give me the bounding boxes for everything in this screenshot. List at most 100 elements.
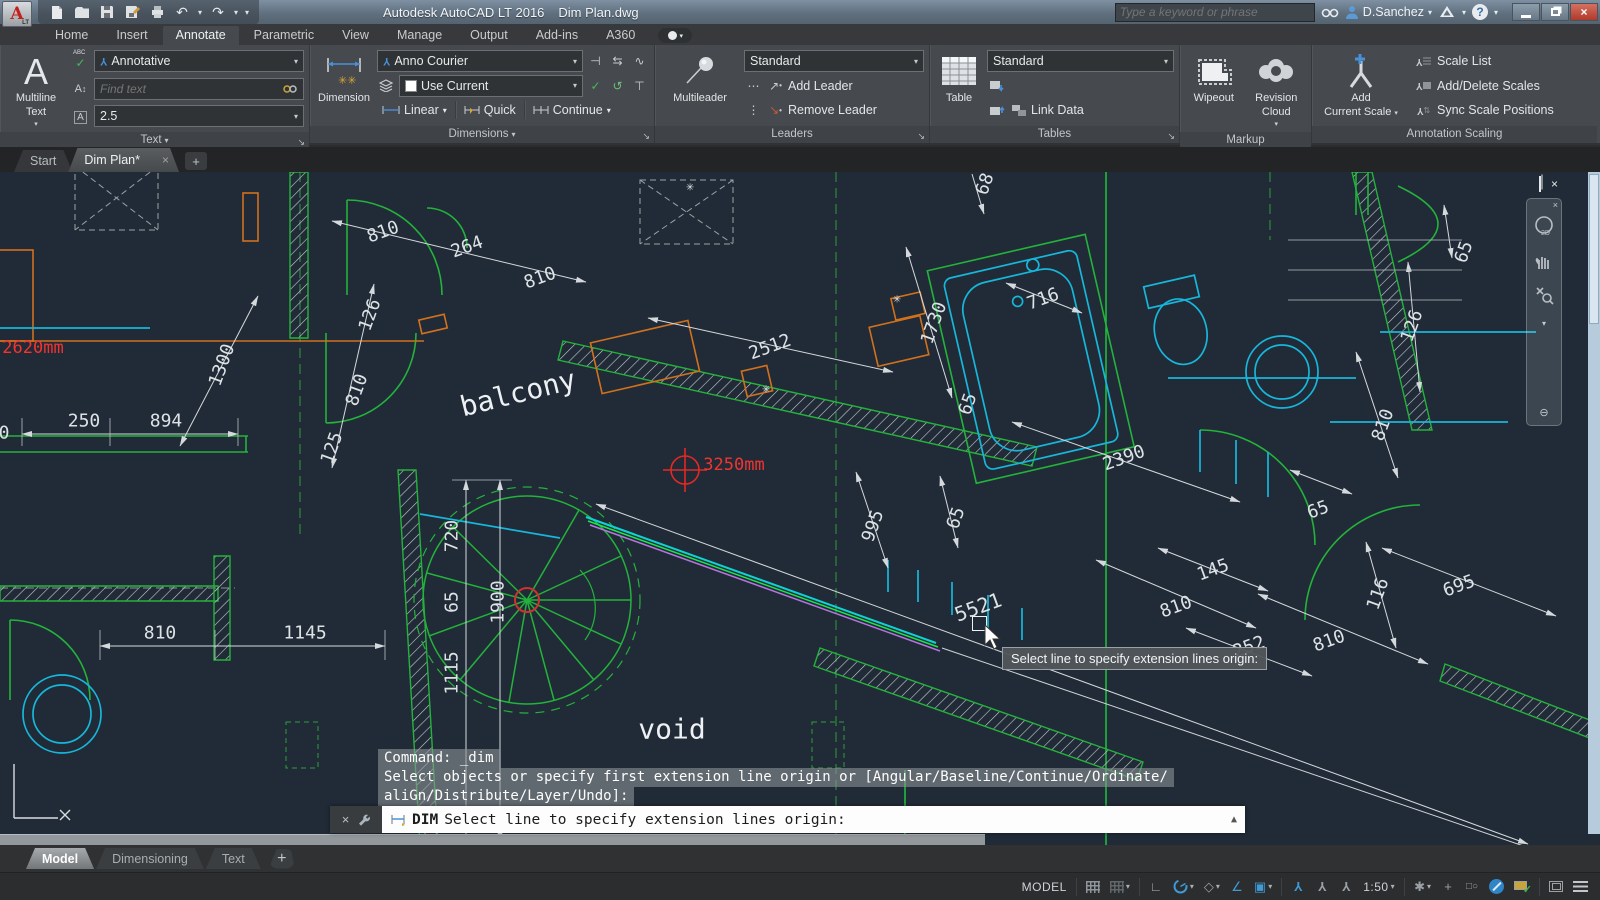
add-leader-button[interactable]: Add Leader bbox=[788, 75, 853, 97]
plot-icon[interactable] bbox=[148, 4, 166, 20]
tab-view[interactable]: View bbox=[329, 26, 382, 45]
find-text-input[interactable] bbox=[100, 82, 278, 96]
dim-update-icon[interactable]: ↺ bbox=[608, 76, 627, 95]
zoom-extents-icon[interactable] bbox=[1534, 285, 1554, 305]
redo-dropdown-icon[interactable]: ▾ bbox=[234, 8, 238, 17]
user-dropdown-icon[interactable]: ▾ bbox=[1428, 8, 1432, 17]
annotation-visibility-button[interactable]: Y bbox=[1287, 876, 1309, 898]
layout-tab-model[interactable]: Model bbox=[26, 848, 94, 869]
command-customize-wrench-icon[interactable] bbox=[357, 813, 370, 826]
undo-dropdown-icon[interactable]: ▾ bbox=[198, 8, 202, 17]
isolate-objects-button[interactable]: □○ bbox=[1461, 876, 1483, 898]
text-style-icon[interactable]: A bbox=[71, 108, 90, 127]
add-current-scale-button[interactable]: Add Current Scale ▾ bbox=[1317, 48, 1405, 123]
remove-leader-icon[interactable]: ↘• bbox=[766, 101, 785, 120]
add-scale-dropdown-icon[interactable]: ▾ bbox=[1394, 110, 1398, 117]
ortho-mode-button[interactable]: ∟ bbox=[1145, 876, 1167, 898]
model-space-button[interactable]: MODEL bbox=[1018, 876, 1071, 898]
link-data-button[interactable]: Link Data bbox=[1031, 99, 1084, 121]
table-style-dropdown[interactable]: Standard▾ bbox=[987, 50, 1174, 72]
viewport-close-icon[interactable]: × bbox=[1551, 177, 1558, 191]
command-history-toggle-icon[interactable]: ▲ bbox=[1231, 814, 1237, 825]
command-close-icon[interactable]: × bbox=[342, 812, 350, 827]
grid-display-button[interactable] bbox=[1082, 876, 1104, 898]
polar-tracking-button[interactable]: ▾ bbox=[1169, 876, 1198, 898]
navigation-wheel-icon[interactable]: 2D bbox=[1533, 215, 1555, 237]
tab-parametric[interactable]: Parametric bbox=[241, 26, 327, 45]
tab-annotate[interactable]: Annotate bbox=[163, 26, 239, 45]
redo-icon[interactable]: ↷ bbox=[209, 4, 227, 20]
adjust-space-icon[interactable]: ⇆ bbox=[608, 52, 627, 71]
walls-hatched[interactable] bbox=[0, 172, 1600, 845]
find-text-field[interactable] bbox=[94, 78, 304, 100]
add-delete-scales-button[interactable]: Y Add/Delete Scales bbox=[1409, 75, 1592, 97]
remove-leader-button[interactable]: Remove Leader bbox=[788, 99, 877, 121]
annotation-scale-button[interactable]: 1:50▾ bbox=[1359, 876, 1399, 898]
dim-check-icon[interactable]: ✓ bbox=[586, 76, 605, 95]
open-file-icon[interactable] bbox=[73, 4, 91, 20]
restore-button[interactable] bbox=[1541, 3, 1569, 21]
vertical-scrollbar-thumb[interactable] bbox=[1589, 174, 1599, 324]
tab-output[interactable]: Output bbox=[457, 26, 521, 45]
dimension-lines[interactable] bbox=[22, 174, 1556, 844]
panel-label-markup[interactable]: Markup bbox=[1180, 132, 1311, 148]
furniture-orange[interactable] bbox=[0, 193, 929, 397]
tables-dialog-launcher-icon[interactable]: ↘ bbox=[1167, 128, 1175, 144]
snap-mode-button[interactable]: ▾ bbox=[1106, 876, 1134, 898]
clean-screen-button[interactable] bbox=[1545, 876, 1567, 898]
scale-list-button[interactable]: Y Scale List bbox=[1409, 50, 1592, 72]
undo-icon[interactable]: ↶ bbox=[173, 4, 191, 20]
table-button[interactable]: Table bbox=[935, 48, 983, 123]
sign-in-menu[interactable]: D.Sanchez ▾ bbox=[1345, 5, 1432, 19]
revision-cloud-button[interactable]: RevisionCloud▾ bbox=[1247, 48, 1306, 129]
dimension-button[interactable]: ✳✳ Dimension bbox=[315, 48, 373, 123]
file-tab-dim-plan[interactable]: Dim Plan*× bbox=[68, 148, 179, 172]
search-input[interactable] bbox=[1120, 5, 1310, 19]
wipeout-button[interactable]: Wipeout bbox=[1185, 48, 1243, 129]
navbar-collapse-icon[interactable]: ⊖ bbox=[1539, 406, 1548, 419]
object-snap-button[interactable]: ▣▾ bbox=[1250, 876, 1276, 898]
application-menu-button[interactable]: A LT bbox=[2, 1, 32, 27]
panel-label-tables[interactable]: Tables↘ bbox=[930, 126, 1179, 143]
extract-data-icon[interactable] bbox=[987, 76, 1006, 95]
find-text-search-icon[interactable] bbox=[282, 83, 298, 95]
text-style-dropdown[interactable]: Y Annotative▾ bbox=[94, 50, 304, 72]
text-height-icon[interactable]: A↕ bbox=[71, 79, 90, 98]
spell-check-icon[interactable]: ABC✓ bbox=[71, 50, 90, 69]
tab-add-ins[interactable]: Add-ins bbox=[523, 26, 591, 45]
tab-a360[interactable]: A360 bbox=[593, 26, 648, 45]
save-as-icon[interactable] bbox=[123, 4, 141, 20]
object-snap-tracking-button[interactable]: ∠ bbox=[1226, 876, 1248, 898]
trusted-autodesk-button[interactable]: ✓ bbox=[1510, 876, 1534, 898]
navbar-more-icon[interactable]: ▾ bbox=[1542, 319, 1546, 328]
add-leader-icon[interactable]: ↗• bbox=[766, 76, 785, 95]
qat-customize-icon[interactable]: ▾ bbox=[245, 8, 249, 17]
command-input[interactable]: DIM Select line to specify extension lin… bbox=[382, 806, 1245, 833]
close-tab-icon[interactable]: × bbox=[162, 153, 169, 167]
dim-style-dropdown[interactable]: Y Anno Courier▾ bbox=[377, 50, 583, 72]
leaders-dialog-launcher-icon[interactable]: ↘ bbox=[917, 128, 925, 144]
isodraft-button[interactable]: ◇▾ bbox=[1200, 876, 1224, 898]
dim-layer-dropdown[interactable]: Use Current▾ bbox=[399, 75, 583, 97]
layout-tab-text[interactable]: Text bbox=[206, 848, 261, 869]
navigation-bar[interactable]: × 2D ▾ ⊖ bbox=[1526, 198, 1562, 426]
a360-icon[interactable] bbox=[1438, 4, 1456, 20]
link-data-icon[interactable] bbox=[1009, 101, 1028, 120]
a360-dropdown-icon[interactable]: ▾ bbox=[1462, 8, 1466, 17]
revcloud-dropdown-icon[interactable]: ▾ bbox=[1275, 121, 1279, 130]
tab-manage[interactable]: Manage bbox=[384, 26, 455, 45]
dim-text-edit-icon[interactable]: ⊤ bbox=[630, 76, 649, 95]
multileader-style-dropdown[interactable]: Standard▾ bbox=[744, 50, 924, 72]
leader-collect-icon[interactable]: ⋯ bbox=[744, 76, 763, 95]
drawing-floor-plan[interactable] bbox=[0, 172, 1600, 845]
linear-dimension-button[interactable]: Linear▾ bbox=[377, 99, 452, 121]
viewport-restore-icon[interactable] bbox=[1539, 177, 1541, 191]
workspace-switching-button[interactable]: ✱▾ bbox=[1410, 876, 1435, 898]
panel-label-dimensions[interactable]: Dimensions▾↘ bbox=[310, 126, 654, 143]
search-icon[interactable] bbox=[1321, 6, 1339, 19]
upload-data-icon[interactable] bbox=[987, 101, 1006, 120]
panel-label-annotation-scaling[interactable]: Annotation Scaling bbox=[1312, 126, 1597, 143]
dim-break-icon[interactable]: ⊣ bbox=[586, 52, 605, 71]
customization-button[interactable] bbox=[1569, 876, 1592, 898]
drawing-area[interactable]: 8102648101261300810125250894025121730716… bbox=[0, 172, 1600, 845]
